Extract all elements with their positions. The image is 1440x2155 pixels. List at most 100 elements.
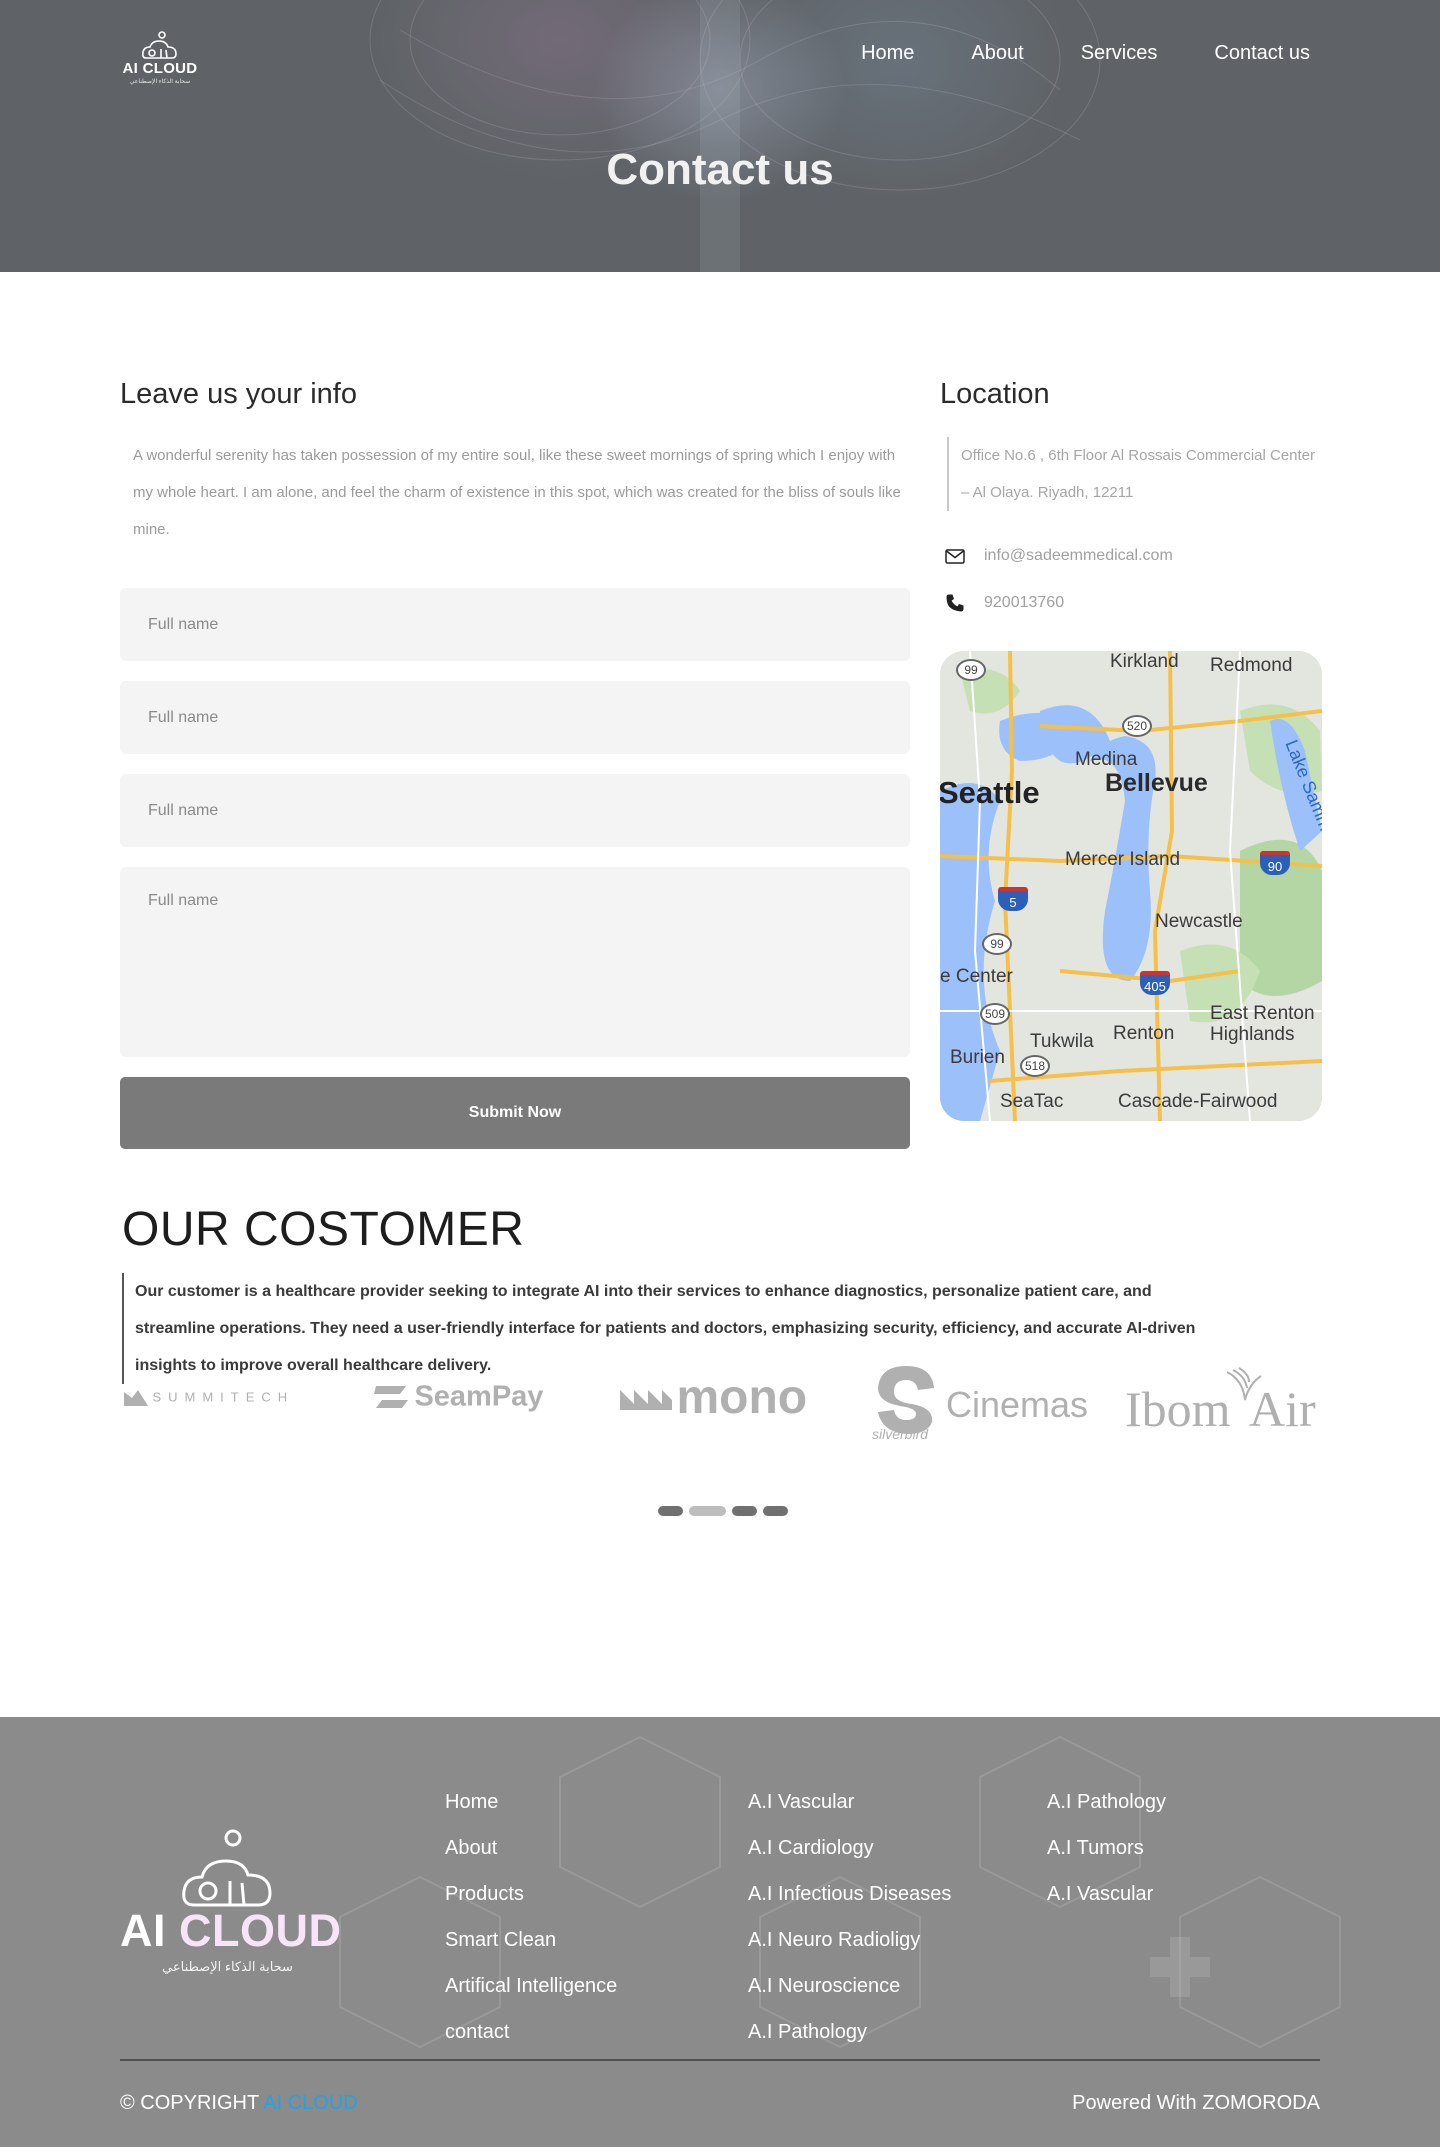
mono-mark-icon	[620, 1389, 672, 1410]
map-label-tukwila: Tukwila	[1030, 1031, 1094, 1052]
footer-link-infectious-diseases[interactable]: A.I Infectious Diseases	[748, 1871, 951, 1917]
page-title: Contact us	[606, 145, 834, 194]
site-footer: AI CLOUD سحابة الذكاء الإصطناعي Home Abo…	[0, 1717, 1440, 2147]
route-shield: 518	[1020, 1055, 1050, 1077]
carousel-dot-3[interactable]	[732, 1506, 757, 1516]
map-label-newcastle: Newcastle	[1155, 911, 1243, 932]
footer-link-home[interactable]: Home	[445, 1779, 617, 1825]
carousel-pagination	[658, 1506, 788, 1516]
map-label-bellevue: Bellevue	[1105, 769, 1208, 797]
copyright-text: © COPYRIGHT	[120, 2092, 264, 2114]
map-label-mercer-island: Mercer Island	[1065, 849, 1181, 870]
footer-logo[interactable]: AI CLOUD سحابة الذكاء الإصطناعي	[120, 1829, 341, 1975]
footer-link-vascular-2[interactable]: A.I Vascular	[1047, 1871, 1166, 1917]
footer-divider	[120, 2059, 1320, 2061]
route-shield: 99	[982, 933, 1012, 955]
site-logo[interactable]: AI CLOUD سحابة الذكاء الإصطناعي	[120, 30, 200, 85]
map-label-seattle: Seattle	[940, 775, 1040, 810]
location-column: Location Office No.6 , 6th Floor Al Ross…	[940, 378, 1322, 1121]
customers-section: OUR COSTOMER Our customer is a healthcar…	[0, 1162, 1440, 1717]
logo-summitech[interactable]: SUMMITECH	[124, 1388, 294, 1406]
envelope-icon	[940, 548, 984, 564]
nav-contact[interactable]: Contact us	[1214, 42, 1310, 65]
carousel-dot-1[interactable]	[658, 1506, 683, 1516]
footer-link-products[interactable]: Products	[445, 1871, 617, 1917]
map-label-kirkland: Kirkland	[1110, 651, 1179, 672]
hero-header: AI CLOUD سحابة الذكاء الإصطناعي Home Abo…	[0, 0, 1440, 272]
footer-link-contact[interactable]: contact	[445, 2009, 617, 2055]
cloud-logo-icon	[181, 1829, 272, 1907]
footer-links-services-2: A.I Pathology A.I Tumors A.I Vascular	[1047, 1779, 1166, 1917]
hero-background-art	[369, 0, 1101, 272]
email-line: info@sadeemmedical.com	[940, 547, 1322, 565]
phone-icon	[940, 593, 984, 613]
powered-by: Powered With ZOMORODA	[1072, 2092, 1320, 2114]
footer-link-smart-clean[interactable]: Smart Clean	[445, 1917, 617, 1963]
ibom-wordmark: Ibom	[1125, 1381, 1231, 1437]
logo-silverbird-cinemas[interactable]: Cinemas silverbird	[872, 1362, 1088, 1452]
name-input-3[interactable]	[120, 774, 910, 847]
phone-line: 920013760	[940, 593, 1322, 613]
seampay-wordmark: SeamPay	[414, 1380, 544, 1413]
logo-seampay[interactable]: SeamPay	[372, 1380, 543, 1414]
carousel-dot-4[interactable]	[763, 1506, 788, 1516]
footer-links-main: Home About Products Smart Clean Artifica…	[445, 1779, 617, 2055]
footer-link-vascular[interactable]: A.I Vascular	[748, 1779, 951, 1825]
route-shield: 509	[980, 1003, 1010, 1025]
map-label-medina: Medina	[1075, 749, 1138, 770]
air-wordmark: Air	[1249, 1381, 1316, 1437]
customers-title: OUR COSTOMER	[122, 1203, 525, 1256]
interstate-shield: 90	[1260, 851, 1290, 875]
name-input-2[interactable]	[120, 681, 910, 754]
copyright: © COPYRIGHT AI CLOUD	[120, 2092, 358, 2115]
copyright-brand-link[interactable]: AI CLOUD	[263, 2092, 357, 2114]
footer-link-neuroscience[interactable]: A.I Neuroscience	[748, 1963, 951, 2009]
carousel-dot-2[interactable]	[689, 1506, 726, 1516]
contact-section: Leave us your info A wonderful serenity …	[0, 272, 1440, 1162]
route-shield: 99	[956, 659, 986, 681]
interstate-shield: 5	[998, 887, 1028, 911]
phone-text[interactable]: 920013760	[984, 594, 1064, 612]
nav-about[interactable]: About	[971, 42, 1023, 65]
footer-link-ai[interactable]: Artifical Intelligence	[445, 1963, 617, 2009]
email-text[interactable]: info@sadeemmedical.com	[984, 547, 1173, 565]
summitech-mark-icon	[124, 1390, 148, 1406]
map-label-east-renton-highlands: East Renton Highlands	[1210, 1003, 1315, 1045]
message-textarea[interactable]	[120, 867, 910, 1057]
cinemas-wordmark: Cinemas	[946, 1384, 1089, 1425]
route-shield: 520	[1122, 715, 1152, 737]
footer-logo-name: AI CLOUD	[120, 1905, 341, 1957]
footer-logo-name-b: CLOUD	[179, 1905, 342, 1956]
submit-button[interactable]: Submit Now	[120, 1077, 910, 1149]
footer-links-services-1: A.I Vascular A.I Cardiology A.I Infectio…	[748, 1779, 951, 2055]
mono-wordmark: mono	[676, 1371, 808, 1424]
footer-link-neuro-radiology[interactable]: A.I Neuro Radioligy	[748, 1917, 951, 1963]
nav-home[interactable]: Home	[861, 42, 914, 65]
main-nav: Home About Services Contact us	[861, 42, 1310, 65]
address-text: Office No.6 , 6th Floor Al Rossais Comme…	[947, 437, 1322, 511]
form-intro: A wonderful serenity has taken possessio…	[133, 447, 901, 538]
map-label-cascade-fairwood: Cascade-Fairwood	[1118, 1091, 1278, 1112]
logo-mono[interactable]: mono	[620, 1370, 807, 1425]
seampay-mark-icon	[374, 1386, 408, 1408]
map-label-burien: Burien	[950, 1047, 1005, 1068]
location-map[interactable]: Kirkland Redmond Medina Bellevue Seattle…	[940, 651, 1322, 1121]
map-label-renton: Renton	[1113, 1023, 1175, 1044]
logo-subtitle: سحابة الذكاء الإصطناعي	[129, 79, 191, 85]
footer-link-tumors[interactable]: A.I Tumors	[1047, 1825, 1166, 1871]
footer-link-pathology[interactable]: A.I Pathology	[748, 2009, 951, 2055]
name-input-1[interactable]	[120, 588, 910, 661]
interstate-shield: 405	[1140, 971, 1170, 995]
silverbird-wordmark: silverbird	[872, 1426, 929, 1442]
footer-link-about[interactable]: About	[445, 1825, 617, 1871]
footer-link-cardiology[interactable]: A.I Cardiology	[748, 1825, 951, 1871]
nav-services[interactable]: Services	[1081, 42, 1158, 65]
form-heading: Leave us your info	[120, 378, 357, 410]
footer-logo-subtitle: سحابة الذكاء الإصطناعي	[162, 1959, 293, 1974]
contact-form-column: Leave us your info A wonderful serenity …	[120, 378, 910, 1149]
cloud-logo-icon	[142, 31, 177, 59]
map-label-center: e Center	[940, 966, 1013, 987]
logo-ibom-air[interactable]: Ibom Air	[1125, 1366, 1325, 1446]
footer-link-pathology-2[interactable]: A.I Pathology	[1047, 1779, 1166, 1825]
map-label-redmond: Redmond	[1210, 655, 1293, 676]
